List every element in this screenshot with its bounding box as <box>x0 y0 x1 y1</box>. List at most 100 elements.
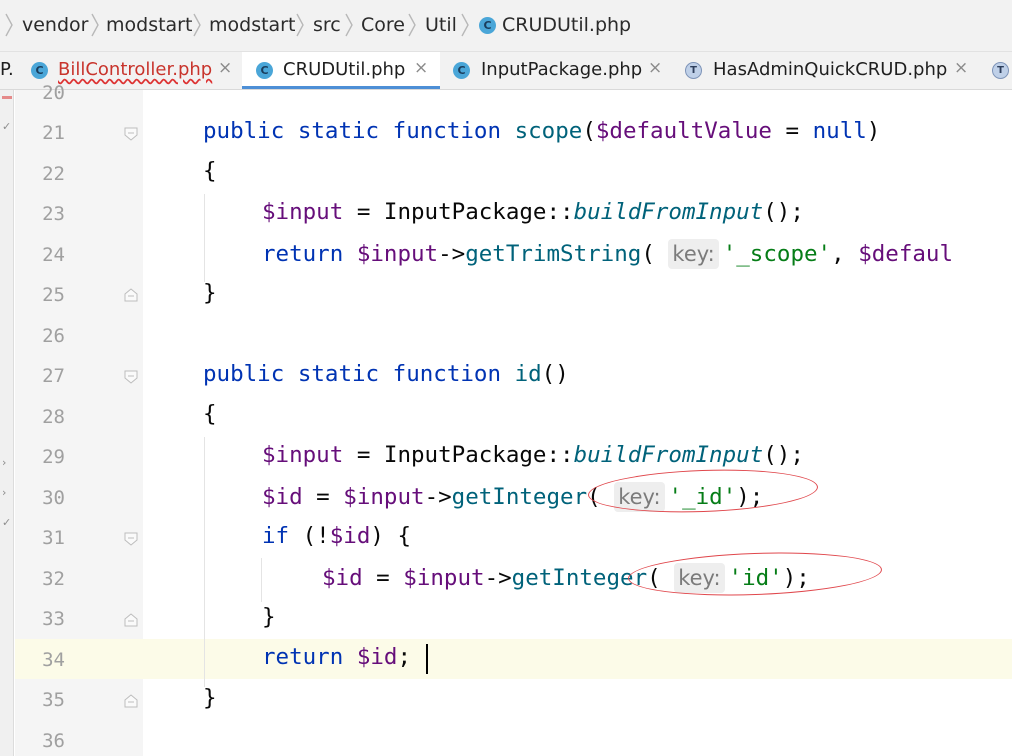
line-number: 26 <box>42 325 65 347</box>
code-token: function <box>392 118 502 144</box>
code-line-32[interactable]: $id = $input->getInteger( key:'id'); <box>322 563 810 593</box>
tab-has-admin-quick-crud[interactable]: HasAdminQuickCRUD.php × <box>672 52 982 89</box>
code-line-27[interactable]: public static function id() <box>203 361 569 387</box>
code-token: public <box>203 118 285 144</box>
indent-guide <box>204 437 205 687</box>
code-token: $id <box>356 644 398 670</box>
close-icon[interactable]: × <box>954 58 968 78</box>
line-number: 24 <box>42 244 65 266</box>
code-token: buildFromInput <box>573 199 764 225</box>
php-class-icon <box>479 17 496 34</box>
current-line-highlight <box>15 639 1012 679</box>
code-line-24[interactable]: return $input->getTrimString( key: '_scop… <box>262 239 953 269</box>
line-number: 25 <box>42 284 65 306</box>
tab-label: CRUDUtil.php <box>283 59 406 80</box>
tab-label: InputPackage.php <box>481 59 643 80</box>
fold-open-icon[interactable] <box>124 370 138 384</box>
tab-label: BillController.php <box>58 59 213 80</box>
line-number: 27 <box>42 365 65 387</box>
code-line-33[interactable]: } <box>262 604 276 630</box>
fold-open-icon[interactable] <box>124 532 138 546</box>
fold-close-icon[interactable] <box>124 288 138 302</box>
code-line-25[interactable]: } <box>203 280 217 306</box>
code-token: $input <box>262 199 344 225</box>
breadcrumb-item-modstart[interactable]: modstart <box>106 14 192 36</box>
code-token: static <box>297 118 380 144</box>
code-token: $id <box>262 484 303 510</box>
code-line-30[interactable]: $id = $input->getInteger( key: '_id'); <box>262 482 763 512</box>
line-number: 34 <box>42 649 65 671</box>
breadcrumb-chevron-icon <box>408 13 416 37</box>
code-token: scope <box>514 118 583 144</box>
code-line-28[interactable]: { <box>203 401 217 427</box>
code-token: $defaul <box>858 241 954 267</box>
code-token: $defaultValue <box>595 118 772 144</box>
line-number: 28 <box>42 406 65 428</box>
check-icon: ✓ <box>2 120 12 133</box>
tab-input-package[interactable]: InputPackage.php × <box>440 52 672 89</box>
parameter-hint: key: <box>674 563 725 593</box>
code-token: '_id' <box>668 484 737 510</box>
code-line-31[interactable]: if (!$id) { <box>262 523 411 549</box>
breadcrumb-item-modstart-2[interactable]: modstart <box>209 14 295 36</box>
php-class-icon <box>453 62 470 79</box>
tab-crud-util[interactable]: CRUDUtil.php × <box>242 52 440 89</box>
line-number: 29 <box>42 446 65 468</box>
breadcrumb-item-core[interactable]: Core <box>361 14 405 36</box>
chevron-right-icon: › <box>2 486 7 499</box>
breadcrumb-chevron-icon <box>193 13 201 37</box>
code-token: '_scope' <box>722 241 832 267</box>
breadcrumb-chevron-icon <box>461 13 469 37</box>
line-number: 35 <box>42 689 65 711</box>
parameter-hint: key: <box>668 239 719 269</box>
code-token: id <box>514 361 542 387</box>
editor-tab-bar: P. BillController.php × CRUDUtil.php × I… <box>0 52 1012 90</box>
code-token: $input <box>356 241 439 267</box>
breadcrumb-chevron-icon <box>345 13 353 37</box>
breadcrumb-item-src[interactable]: src <box>313 14 341 36</box>
fold-close-icon[interactable] <box>124 694 138 708</box>
code-line-34[interactable]: return $id; <box>262 644 411 670</box>
code-token: buildFromInput <box>573 442 764 468</box>
close-icon[interactable]: × <box>414 58 428 78</box>
code-line-29[interactable]: $input = InputPackage::buildFromInput(); <box>262 442 804 468</box>
php-trait-icon[interactable] <box>992 62 1009 79</box>
code-token: $id <box>322 565 363 591</box>
error-stripe-marker <box>2 96 12 99</box>
code-token: $input <box>262 442 344 468</box>
indent-guide <box>204 194 205 282</box>
chevron-right-icon: › <box>2 456 7 469</box>
fold-close-icon[interactable] <box>124 613 138 627</box>
code-token: return <box>262 241 344 267</box>
check-icon: ✓ <box>2 516 12 529</box>
code-line-23[interactable]: $input = InputPackage::buildFromInput(); <box>262 199 804 225</box>
code-token: getTrimString <box>465 241 642 267</box>
line-number: 23 <box>42 203 65 225</box>
code-line-22[interactable]: { <box>203 158 217 184</box>
code-line-21[interactable]: public static function scope($defaultVal… <box>203 118 880 144</box>
line-number: 22 <box>42 163 65 185</box>
code-token: InputPackage <box>383 442 547 468</box>
code-token: return <box>262 644 344 670</box>
tab-truncated-label[interactable]: P. <box>0 59 14 80</box>
tab-label: HasAdminQuickCRUD.php <box>713 59 948 80</box>
close-icon[interactable]: × <box>218 58 232 78</box>
code-token: InputPackage <box>383 199 547 225</box>
line-number: 31 <box>42 527 65 549</box>
php-class-icon <box>256 62 273 79</box>
code-token: $input <box>403 565 485 591</box>
parameter-hint: key: <box>614 482 665 512</box>
line-number: 21 <box>42 122 65 144</box>
breadcrumb-item-file[interactable]: CRUDUtil.php <box>502 14 631 36</box>
close-icon[interactable]: × <box>648 58 662 78</box>
code-line-35[interactable]: } <box>203 685 217 711</box>
breadcrumb-chevron-icon <box>91 13 99 37</box>
fold-open-icon[interactable] <box>124 127 138 141</box>
breadcrumb-item-util[interactable]: Util <box>425 14 457 36</box>
line-number: 20 <box>42 82 65 104</box>
line-number: 33 <box>42 608 65 630</box>
breadcrumb-item-vendor[interactable]: vendor <box>22 14 88 36</box>
code-token: null <box>812 118 867 144</box>
line-number: 30 <box>42 487 65 509</box>
indent-guide <box>261 558 262 602</box>
